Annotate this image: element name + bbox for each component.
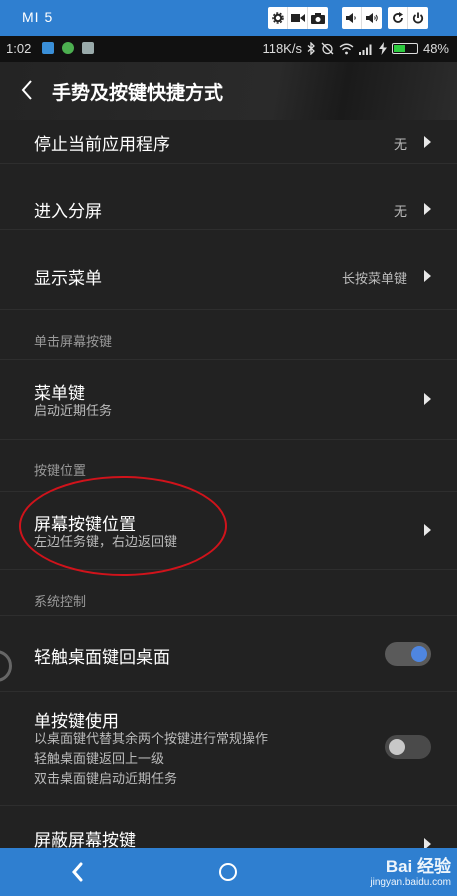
- charging-icon: [378, 42, 387, 55]
- battery-percent: 48%: [422, 41, 449, 56]
- rotate-button[interactable]: [388, 7, 408, 29]
- rotate-icon: [392, 12, 403, 23]
- notification-app-icon: [42, 42, 54, 54]
- row-value: 无: [393, 138, 407, 153]
- page-title: 手势及按键快捷方式: [52, 82, 224, 104]
- row-subtitle: 启动近期任务: [34, 404, 113, 419]
- row-single-key[interactable]: 单按键使用 以桌面键代替其余两个按键进行常规操作 轻触桌面键返回上一级 双击桌面…: [0, 692, 457, 806]
- volume-up-icon: [365, 13, 378, 23]
- touch-home-toggle[interactable]: [385, 642, 431, 666]
- gear-icon: [271, 12, 284, 24]
- nav-home-icon[interactable]: [219, 863, 237, 881]
- single-key-toggle[interactable]: [385, 735, 431, 759]
- chevron-right-icon: [424, 203, 431, 215]
- row-subtitle-line: 轻触桌面键返回上一级: [34, 752, 165, 767]
- watermark-brand: Bai 经验: [385, 857, 451, 876]
- row-value: 无: [393, 205, 407, 220]
- signal-icon: [358, 44, 372, 55]
- bluetooth-icon: [307, 42, 315, 55]
- section-header-system: 系统控制: [0, 570, 457, 616]
- row-title: 单按键使用: [34, 712, 119, 732]
- navigation-bar: Bai 经验 jingyan.baidu.com: [0, 848, 457, 896]
- notification-message-icon: [82, 42, 94, 54]
- battery-level-fill: [393, 45, 405, 52]
- section-label: 单击屏幕按键: [34, 335, 113, 350]
- device-name: MI 5: [22, 9, 54, 25]
- section-header-single-tap: 单击屏幕按键: [0, 310, 457, 360]
- row-title: 进入分屏: [34, 202, 102, 222]
- wifi-icon: [339, 43, 354, 54]
- chevron-right-icon: [424, 136, 431, 148]
- toolbar-group-device: [388, 7, 428, 29]
- status-indicators: 118K/s 48%: [262, 41, 449, 56]
- camera-icon: [311, 12, 325, 24]
- row-menu-key[interactable]: 菜单键 启动近期任务: [0, 360, 457, 440]
- toggle-knob: [411, 646, 427, 662]
- row-title: 轻触桌面键回桌面: [34, 648, 170, 668]
- toolbar-group-capture: [268, 7, 328, 29]
- status-time: 1:02: [6, 41, 32, 56]
- row-stop-app[interactable]: 停止当前应用程序 无: [0, 120, 457, 164]
- battery-icon: [391, 43, 418, 54]
- settings-button[interactable]: [268, 7, 288, 29]
- toolbar-group-volume: [342, 7, 382, 29]
- app-header: 手势及按键快捷方式: [0, 62, 457, 120]
- row-value: 长按菜单键: [341, 272, 407, 287]
- status-bar: 1:02 118K/s 48%: [0, 36, 457, 62]
- emulator-toolbar: MI 5: [0, 0, 457, 36]
- chevron-right-icon: [424, 524, 431, 536]
- chevron-right-icon: [424, 838, 431, 848]
- volume-down-button[interactable]: [342, 7, 362, 29]
- back-arrow-icon[interactable]: [16, 78, 40, 102]
- video-icon: [290, 14, 305, 22]
- annotation-ellipse: [19, 476, 227, 576]
- watermark-url: jingyan.baidu.com: [370, 877, 451, 888]
- row-split-screen[interactable]: 进入分屏 无: [0, 164, 457, 230]
- toggle-knob: [389, 739, 405, 755]
- row-title: 菜单键: [34, 384, 85, 404]
- network-speed: 118K/s: [262, 41, 302, 56]
- power-button[interactable]: [408, 7, 428, 29]
- row-show-menu[interactable]: 显示菜单 长按菜单键: [0, 230, 457, 310]
- row-subtitle-line: 以桌面键代替其余两个按键进行常规操作: [34, 732, 269, 747]
- chevron-right-icon: [424, 393, 431, 405]
- row-subtitle-line: 双击桌面键启动近期任务: [34, 772, 178, 787]
- row-title: 屏蔽屏幕按键: [34, 831, 136, 848]
- row-title: 停止当前应用程序: [34, 135, 170, 155]
- volume-down-icon: [346, 13, 356, 23]
- row-touch-home[interactable]: 轻触桌面键回桌面: [0, 616, 457, 692]
- baidu-watermark: Bai 经验 jingyan.baidu.com: [370, 852, 451, 888]
- notification-android-icon: [62, 42, 74, 54]
- screenshot-button[interactable]: [308, 7, 328, 29]
- alarm-off-icon: [321, 42, 334, 55]
- power-icon: [412, 12, 424, 24]
- section-label: 系统控制: [34, 595, 87, 610]
- record-button[interactable]: [288, 7, 308, 29]
- chevron-right-icon: [424, 270, 431, 282]
- nav-back-icon[interactable]: [66, 860, 90, 884]
- volume-up-button[interactable]: [362, 7, 382, 29]
- row-title: 显示菜单: [34, 269, 102, 289]
- section-label: 按键位置: [34, 464, 87, 479]
- row-hide-keys[interactable]: 屏蔽屏幕按键: [0, 806, 457, 848]
